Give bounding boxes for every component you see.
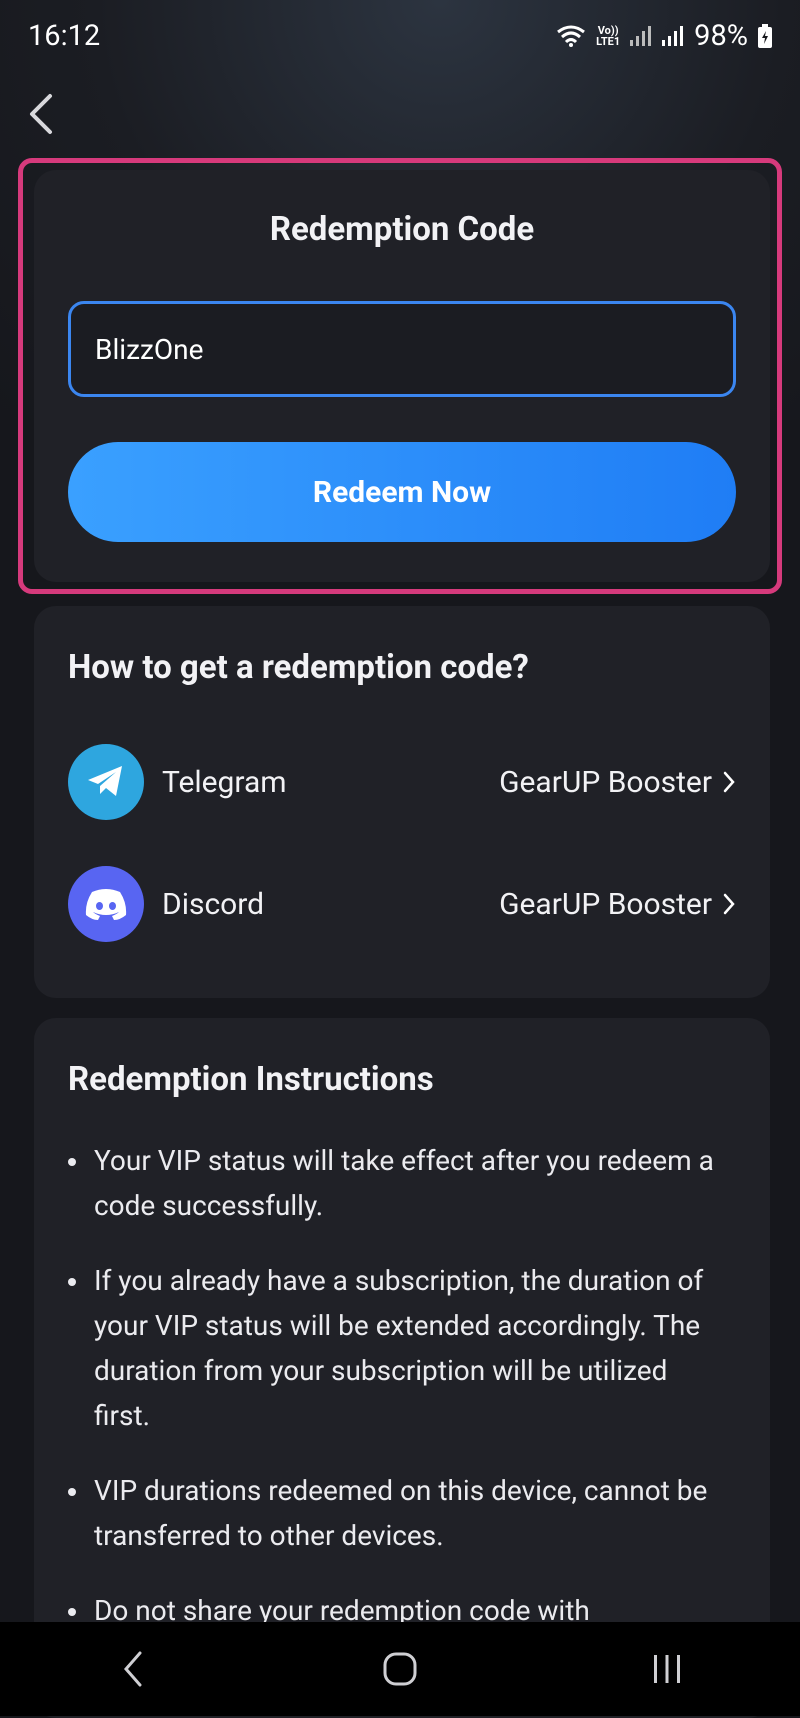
redemption-code-input[interactable]	[68, 301, 736, 397]
chevron-right-icon	[723, 771, 735, 793]
redemption-card: Redemption Code Redeem Now	[34, 170, 770, 582]
redeem-now-button[interactable]: Redeem Now	[68, 442, 736, 542]
channel-discord[interactable]: Discord GearUP Booster	[68, 866, 736, 942]
chevron-left-icon	[30, 94, 52, 134]
chevron-right-icon	[723, 893, 735, 915]
list-item: VIP durations redeemed on this device, c…	[68, 1468, 728, 1558]
status-bar: 16:12 Vo)) LTE1 98%	[0, 0, 800, 72]
volte-indicator: Vo)) LTE1	[596, 24, 621, 48]
wifi-icon	[557, 25, 586, 47]
home-nav-icon	[383, 1652, 417, 1686]
signal-icon	[662, 26, 684, 46]
list-item: Your VIP status will take effect after y…	[68, 1138, 728, 1228]
back-button[interactable]	[26, 88, 86, 140]
get-code-card: How to get a redemption code? Telegram G…	[34, 606, 770, 998]
nav-back-button[interactable]	[93, 1639, 173, 1699]
recents-nav-icon	[653, 1655, 680, 1683]
instructions-list: Your VIP status will take effect after y…	[68, 1138, 728, 1663]
battery-percent: 98%	[694, 19, 748, 53]
nav-home-button[interactable]	[360, 1639, 440, 1699]
channel-name: Discord	[162, 886, 265, 922]
navigation-bar	[0, 1622, 800, 1716]
instructions-title: Redemption Instructions	[68, 1060, 434, 1099]
telegram-icon	[68, 744, 144, 820]
channel-link[interactable]: GearUP Booster	[499, 765, 736, 800]
redemption-title: Redemption Code	[269, 210, 535, 249]
back-nav-icon	[124, 1651, 142, 1687]
list-item: If you already have a subscription, the …	[68, 1258, 728, 1438]
channel-link[interactable]: GearUP Booster	[499, 887, 736, 922]
get-code-title: How to get a redemption code?	[68, 648, 529, 687]
channel-name: Telegram	[162, 764, 287, 800]
status-time: 16:12	[28, 19, 101, 53]
status-icons: Vo)) LTE1 98%	[556, 19, 772, 53]
signal-icon	[630, 26, 652, 46]
battery-icon	[758, 24, 772, 48]
discord-icon	[68, 866, 144, 942]
channel-telegram[interactable]: Telegram GearUP Booster	[68, 744, 736, 820]
nav-recents-button[interactable]	[627, 1639, 707, 1699]
instructions-card: Redemption Instructions Your VIP status …	[34, 1018, 770, 1718]
